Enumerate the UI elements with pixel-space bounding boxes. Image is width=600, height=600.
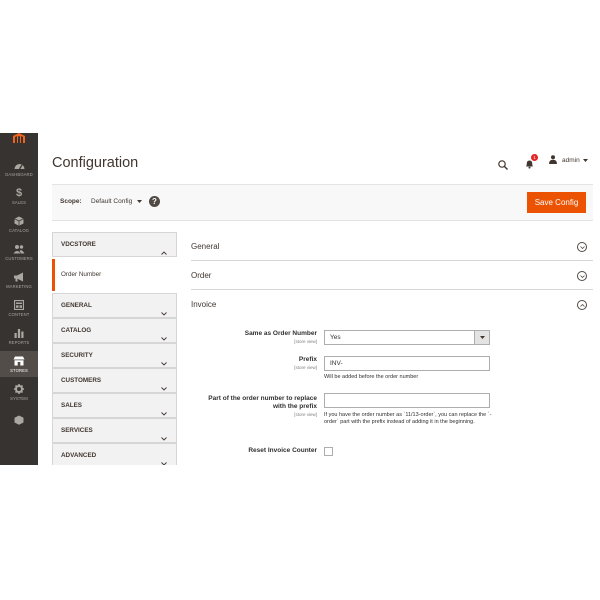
tab-group-title: ADVANCED [61, 452, 97, 459]
magento-logo[interactable] [0, 133, 38, 151]
user-icon [549, 155, 557, 166]
field-label-text: Same as Order Number [244, 330, 317, 337]
page-title: Configuration [52, 155, 139, 171]
nav-item-sales[interactable]: $ SALES [0, 183, 38, 209]
nav-item-dashboard[interactable]: DASHBOARD [0, 155, 38, 181]
nav-item-partners[interactable] [0, 407, 38, 433]
nav-label: SYSTEM [10, 395, 28, 401]
field-label-text: Part of the order number to replace [208, 395, 317, 402]
user-menu[interactable]: admin [549, 155, 588, 166]
prefix-note: Will be added before the order number [324, 374, 419, 380]
users-icon [13, 244, 25, 255]
nav-label: SALES [11, 199, 26, 205]
admin-sidebar: DASHBOARD $ SALES CATALOG CUSTOMERS MARK… [0, 133, 38, 465]
section-title: Invoice [191, 300, 217, 309]
nav-item-marketing[interactable]: MARKETING [0, 267, 38, 293]
tab-group-title: CATALOG [61, 327, 92, 334]
save-config-button[interactable]: Save Config [527, 192, 586, 213]
scope-switcher[interactable]: Default Config [91, 198, 143, 206]
scope-hint: [store view] [294, 365, 317, 370]
scope-hint: [store view] [294, 339, 317, 344]
tab-group-title: SALES [61, 402, 82, 409]
prefix-input[interactable]: INV- [324, 356, 490, 371]
tab-group-general[interactable]: GENERAL [52, 293, 177, 318]
section-title: Order [191, 271, 212, 280]
help-icon[interactable]: ? [149, 196, 160, 207]
nav-label: DASHBOARD [5, 171, 33, 177]
tab-group-vdcstore[interactable]: VDCSTORE [52, 232, 177, 257]
tab-item-order-number[interactable]: Order Number [52, 259, 177, 291]
scope-value: Default Config [91, 198, 133, 206]
cube-icon [13, 216, 25, 227]
layout-icon [13, 300, 25, 311]
reset-counter-checkbox[interactable] [324, 447, 333, 456]
notification-badge: 1 [531, 154, 538, 161]
user-name: admin [562, 157, 580, 164]
field-label-text: with the prefix [272, 403, 317, 410]
tab-group-title: CUSTOMERS [61, 377, 102, 384]
replace-part-input[interactable] [324, 393, 490, 408]
nav-label: CONTENT [8, 311, 30, 317]
store-icon [13, 356, 25, 367]
nav-item-reports[interactable]: REPORTS [0, 323, 38, 349]
replace-part-note: If you have the order number as `11/13-o… [324, 412, 492, 425]
same-as-order-label: Same as Order Number [store view] [127, 330, 317, 346]
tab-group-title: GENERAL [61, 302, 92, 309]
nav-label: CUSTOMERS [5, 255, 33, 261]
chevron-up-icon [161, 242, 167, 260]
scope-label: Scope: [60, 198, 82, 205]
hexagon-icon [13, 415, 25, 426]
nav-label: STORES [10, 367, 28, 373]
scope-bar: Scope: Default Config ? Save Config [52, 184, 593, 221]
nav-item-catalog[interactable]: CATALOG [0, 211, 38, 237]
select-value: Yes [330, 334, 341, 341]
gear-icon [13, 384, 25, 395]
dollar-icon: $ [15, 186, 23, 199]
nav-label: CATALOG [8, 227, 30, 233]
field-label-text: Reset Invoice Counter [248, 447, 317, 454]
tab-group-title: SECURITY [61, 352, 93, 359]
nav-item-stores[interactable]: STORES [0, 351, 38, 377]
section-general[interactable]: General [191, 232, 593, 261]
megaphone-icon [13, 272, 25, 283]
admin-app: DASHBOARD $ SALES CATALOG CUSTOMERS MARK… [0, 133, 600, 465]
nav-label: MARKETING [6, 283, 32, 289]
collapse-icon [577, 300, 587, 310]
replace-part-label: Part of the order number to replace with… [127, 395, 317, 419]
tab-item-label: Order Number [61, 271, 102, 278]
chevron-down-icon [582, 157, 588, 164]
tab-group-title: SERVICES [61, 427, 93, 434]
nav-item-content[interactable]: CONTENT [0, 295, 38, 321]
prefix-label: Prefix [store view] [127, 356, 317, 372]
section-title: General [191, 242, 220, 251]
chevron-down-icon [474, 331, 489, 344]
expand-icon [577, 271, 587, 281]
search-icon[interactable] [498, 157, 508, 175]
dashboard-icon [13, 160, 25, 171]
section-order[interactable]: Order [191, 261, 593, 290]
chevron-down-icon [137, 198, 143, 205]
expand-icon [577, 242, 587, 252]
bar-chart-icon [13, 328, 25, 339]
notifications-button[interactable]: 1 [525, 154, 538, 174]
field-label-text: Prefix [298, 356, 317, 363]
same-as-order-select[interactable]: Yes [324, 330, 490, 345]
nav-item-system[interactable]: SYSTEM [0, 379, 38, 405]
section-invoice[interactable]: Invoice [191, 290, 593, 318]
reset-counter-label: Reset Invoice Counter [127, 447, 317, 455]
nav-item-customers[interactable]: CUSTOMERS [0, 239, 38, 265]
nav-label: REPORTS [8, 339, 30, 345]
scope-hint: [store view] [294, 412, 317, 417]
tab-group-services[interactable]: SERVICES [52, 418, 177, 443]
tab-group-title: VDCSTORE [61, 241, 96, 248]
